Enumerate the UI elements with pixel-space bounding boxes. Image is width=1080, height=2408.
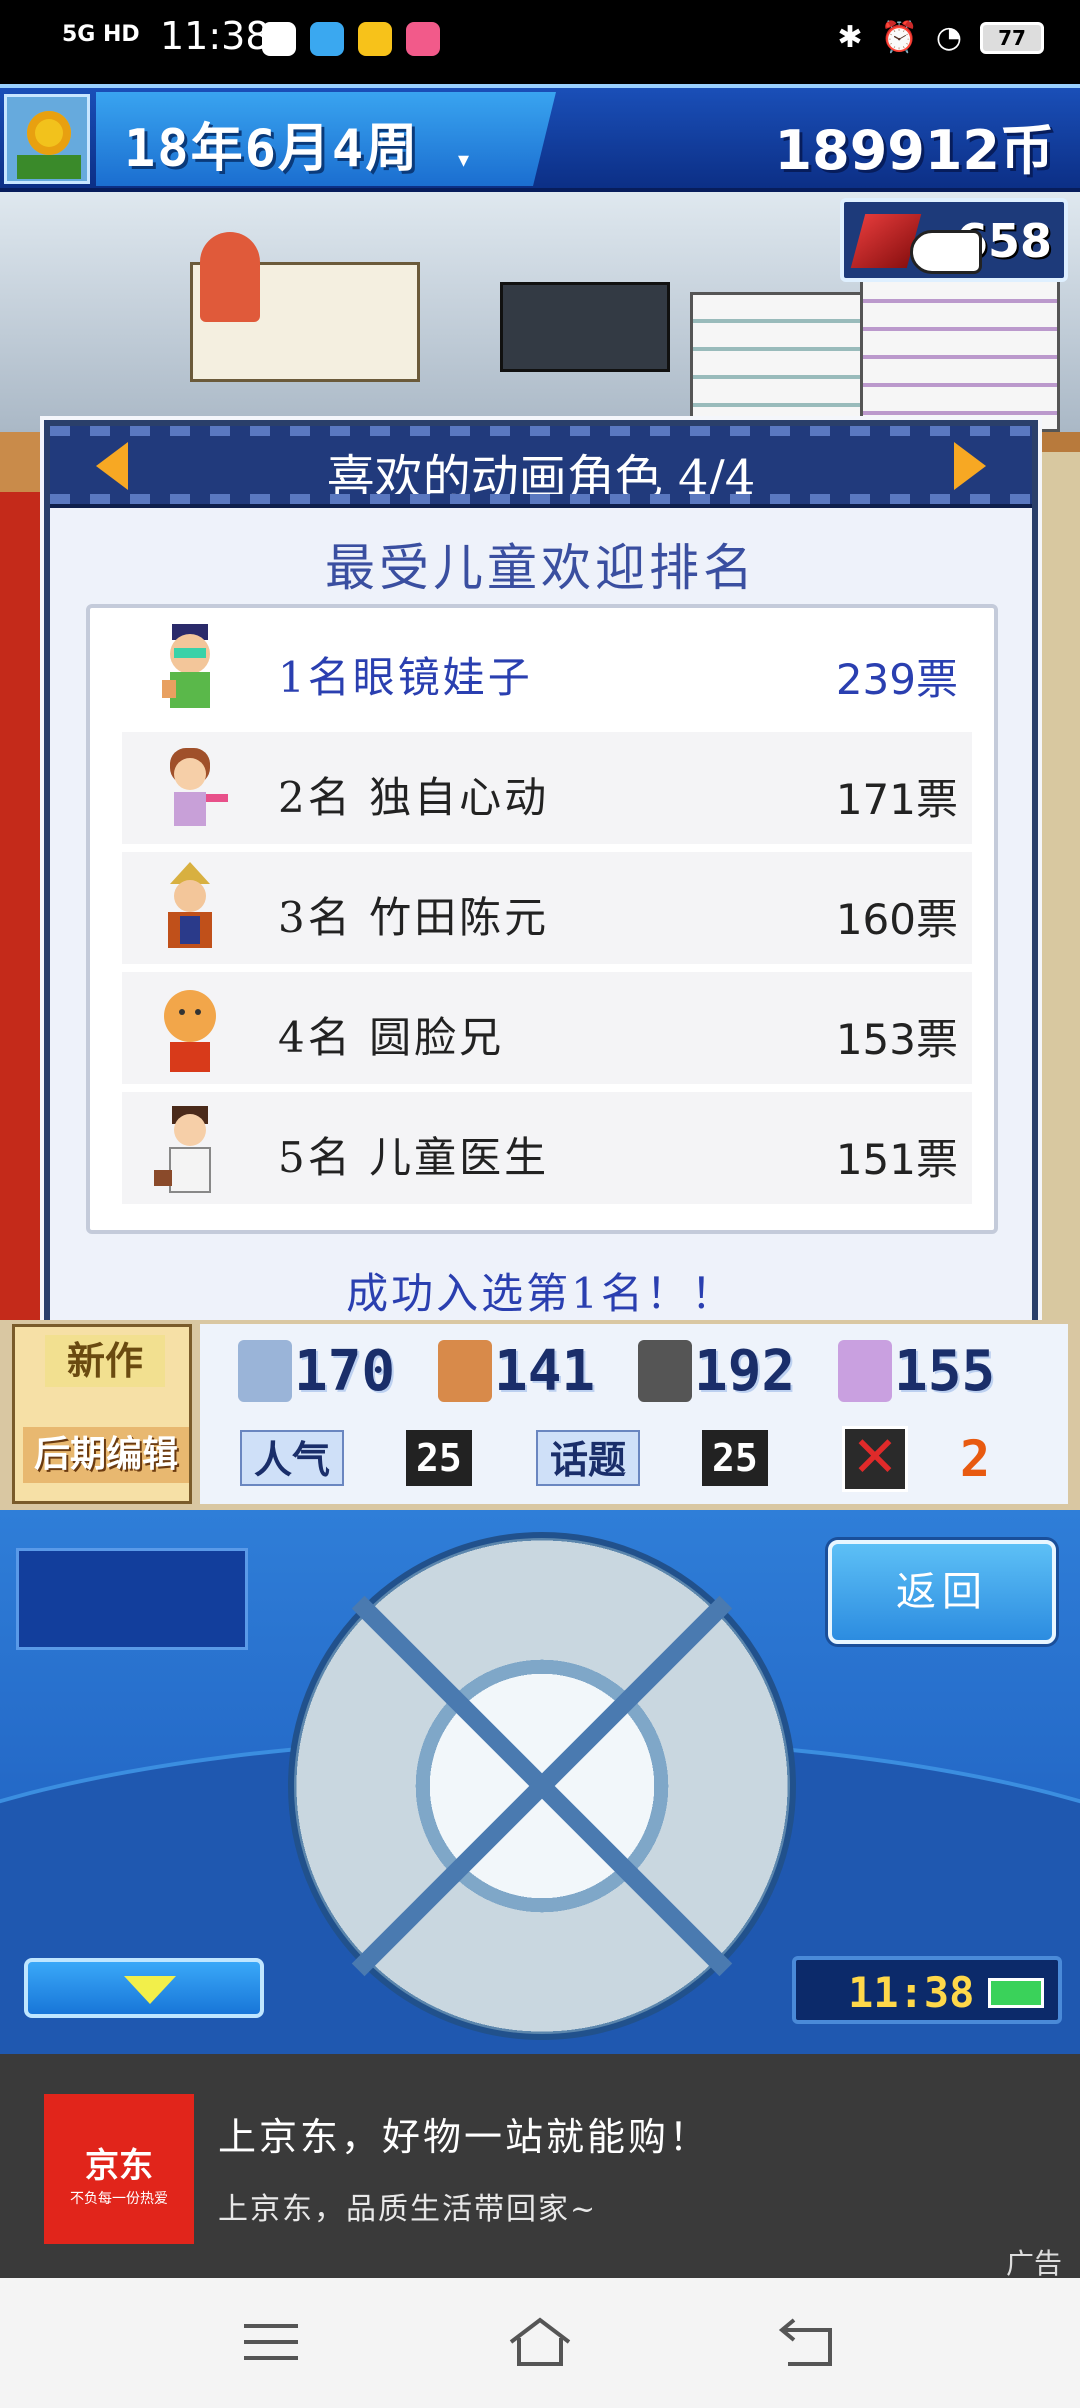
- ad-banner[interactable]: 京东 不负每一份热爱 上京东，好物一站就能购！ 上京东，品质生活带回家~ 广告: [0, 2054, 1080, 2280]
- ranking-row[interactable]: 1名眼镜娃子 239票: [122, 612, 972, 728]
- music-note-icon: [838, 1340, 892, 1402]
- topic-label: 话题: [536, 1430, 641, 1486]
- system-nav-bar: [0, 2278, 1080, 2408]
- couch: [500, 282, 670, 372]
- menu-icon[interactable]: [236, 2314, 306, 2370]
- jd-logo: 京东 不负每一份热爱: [44, 2094, 194, 2244]
- collapse-button[interactable]: [24, 1958, 264, 2018]
- coin-balance: 189912币: [774, 119, 1054, 182]
- dialog-title: 喜欢的动画角色 4/4: [326, 450, 756, 506]
- app-notification-icon: [262, 22, 296, 56]
- back-button[interactable]: 返回: [828, 1540, 1056, 1644]
- ad-subline: 上京东，品质生活带回家~: [218, 2192, 598, 2227]
- ranking-name: 3名 竹田陈元: [278, 893, 550, 942]
- ranking-votes: 151票: [835, 1135, 958, 1184]
- samurai-avatar: [168, 862, 212, 948]
- doctor-avatar: [154, 1106, 211, 1193]
- game-clock: 11:38: [792, 1956, 1062, 2024]
- stat-value: 170: [294, 1338, 396, 1404]
- topic-value: 25: [702, 1430, 768, 1486]
- triangle-down-icon: [124, 1976, 176, 2004]
- round-face-avatar: [164, 990, 216, 1072]
- ad-headline: 上京东，好物一站就能购！: [218, 2115, 711, 2159]
- jd-logo-text: 京东: [85, 2146, 153, 2186]
- blank-button[interactable]: [16, 1548, 248, 1650]
- home-icon[interactable]: [505, 2314, 575, 2370]
- ranking-list: 1名眼镜娃子 239票 2名 独自心动 171票 3名 竹田陈元 160票 4名…: [86, 604, 998, 1234]
- ranking-row[interactable]: 5名 儿童医生 151票: [122, 1092, 972, 1208]
- status-time: 11:38: [160, 14, 270, 58]
- bug-count: 2: [960, 1430, 991, 1488]
- ad-tag: 广告: [1005, 2247, 1062, 2280]
- battery-icon: [988, 1978, 1044, 2008]
- ranking-votes: 160票: [835, 895, 958, 944]
- girl-avatar: [170, 748, 228, 826]
- stat-value: 155: [894, 1338, 996, 1404]
- result-message: 成功入选第1名！！: [346, 1269, 736, 1318]
- document-icon: [238, 1340, 292, 1402]
- controller-panel: 返回 11:38: [0, 1510, 1080, 2054]
- stat-value: 141: [494, 1338, 596, 1404]
- wifi-icon: ◔: [935, 20, 962, 55]
- next-page-arrow-icon[interactable]: [954, 442, 986, 490]
- chevron-down-icon: ▾: [458, 148, 470, 173]
- alarm-icon: ⏰: [880, 20, 918, 55]
- new-game-tag: 新作: [45, 1335, 165, 1387]
- glasses-kid-avatar: [162, 624, 210, 708]
- stat-graphics: 192: [638, 1336, 795, 1406]
- camera-icon: [638, 1340, 692, 1402]
- characters-icon: [438, 1340, 492, 1402]
- battery-icon: 77: [980, 21, 1044, 54]
- bluetooth-icon: ✱: [837, 20, 863, 55]
- game-stats-panel: 新作 后期编辑 170 141 192 155 人气 25 话题 25 ✕ 2: [0, 1320, 1080, 1510]
- telegram-icon: [310, 22, 344, 56]
- bookshelf: [860, 272, 1060, 432]
- notification-icons: [262, 22, 440, 56]
- stats-values: 170 141 192 155 人气 25 话题 25 ✕ 2: [200, 1324, 1068, 1504]
- ranking-dialog: 喜欢的动画角色 4/4 最受儿童欢迎排名 1名眼镜娃子 239票 2名 独自心动: [44, 420, 1038, 1338]
- popularity-label: 人气: [240, 1430, 345, 1486]
- ranking-name: 2名 独自心动: [278, 773, 550, 822]
- pointing-hand-icon: [910, 230, 982, 274]
- ranking-name: 1名眼镜娃子: [278, 653, 533, 702]
- network-indicator: 5G HD: [62, 22, 140, 47]
- bug-x-icon: ✕: [842, 1426, 908, 1492]
- ranking-row[interactable]: 4名 圆脸兄 153票: [122, 972, 972, 1088]
- stat-creativity: 141: [438, 1336, 595, 1406]
- dialog-subtitle: 最受儿童欢迎排名: [325, 539, 757, 597]
- app-notification-icon: [406, 22, 440, 56]
- ranking-name: 4名 圆脸兄: [278, 1013, 505, 1062]
- dialog-header: 喜欢的动画角色 4/4: [50, 426, 1032, 508]
- dpad[interactable]: [288, 1532, 796, 2040]
- status-bar: 5G HD 11:38 ✱ ⏰ ◔ 77: [0, 0, 1080, 84]
- popularity-value: 25: [406, 1430, 472, 1486]
- ranking-row[interactable]: 3名 竹田陈元 160票: [122, 852, 972, 968]
- meituan-icon: [358, 22, 392, 56]
- jd-logo-slogan: 不负每一份热爱: [70, 2191, 168, 2207]
- ranking-row[interactable]: 2名 独自心动 171票: [122, 732, 972, 848]
- game-status-box: 新作 后期编辑: [12, 1324, 192, 1504]
- ranking-votes: 239票: [835, 655, 958, 704]
- back-icon[interactable]: [774, 2314, 844, 2370]
- ranking-name: 5名 儿童医生: [278, 1133, 550, 1182]
- receptionist: [200, 232, 260, 322]
- clock-time: 11:38: [848, 1968, 975, 2017]
- game-date: 18年6月4周: [124, 119, 420, 179]
- post-edit-tag: 后期编辑: [23, 1427, 189, 1483]
- ranking-votes: 153票: [835, 1015, 958, 1064]
- sunflower-icon[interactable]: [4, 94, 90, 184]
- ranking-votes: 171票: [835, 775, 958, 824]
- stat-value: 192: [694, 1338, 796, 1404]
- stat-sound: 155: [838, 1336, 995, 1406]
- stat-fun: 170: [238, 1336, 395, 1406]
- system-icons: ✱ ⏰ ◔ 77: [837, 20, 1044, 55]
- game-top-bar: 18年6月4周 ▾ 189912币: [0, 84, 1080, 192]
- date-selector[interactable]: 18年6月4周 ▾: [96, 92, 556, 186]
